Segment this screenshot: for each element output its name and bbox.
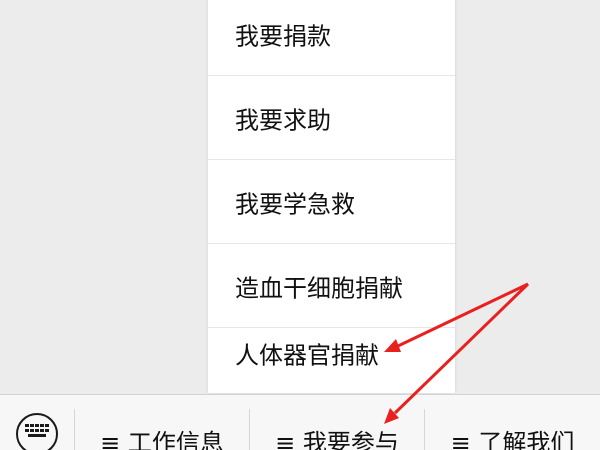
tab-about-us[interactable]: ≡ 了解我们 [425,395,600,450]
tab-label: ≡ 了解我们 [450,429,575,450]
menu-item-learn-first-aid[interactable]: 我要学急救 [208,160,455,244]
tab-label: ≡ 工作信息 [100,429,224,450]
popup-menu: 我要捐款 我要求助 我要学急救 造血干细胞捐献 人体器官捐献 [208,0,455,393]
bottom-menu-bar: ≡ 工作信息 ≡ 我要参与 ≡ 了解我们 [0,394,600,450]
tab-label: ≡ 我要参与 [275,429,399,450]
menu-item-label: 我要学急救 [235,190,355,218]
keyboard-icon [16,413,58,450]
menu-item-organ-donation[interactable]: 人体器官捐献 [208,312,455,393]
menu-item-seek-help[interactable]: 我要求助 [208,76,455,160]
keyboard-toggle-button[interactable] [0,395,74,450]
menu-item-label: 我要求助 [235,106,331,134]
menu-item-donate[interactable]: 我要捐款 [208,0,455,76]
tab-participate[interactable]: ≡ 我要参与 [250,395,424,450]
tab-work-info[interactable]: ≡ 工作信息 [75,395,249,450]
menu-item-label: 我要捐款 [235,22,331,50]
menu-item-label: 人体器官捐献 [235,341,379,369]
menu-item-label: 造血干细胞捐献 [235,274,403,302]
